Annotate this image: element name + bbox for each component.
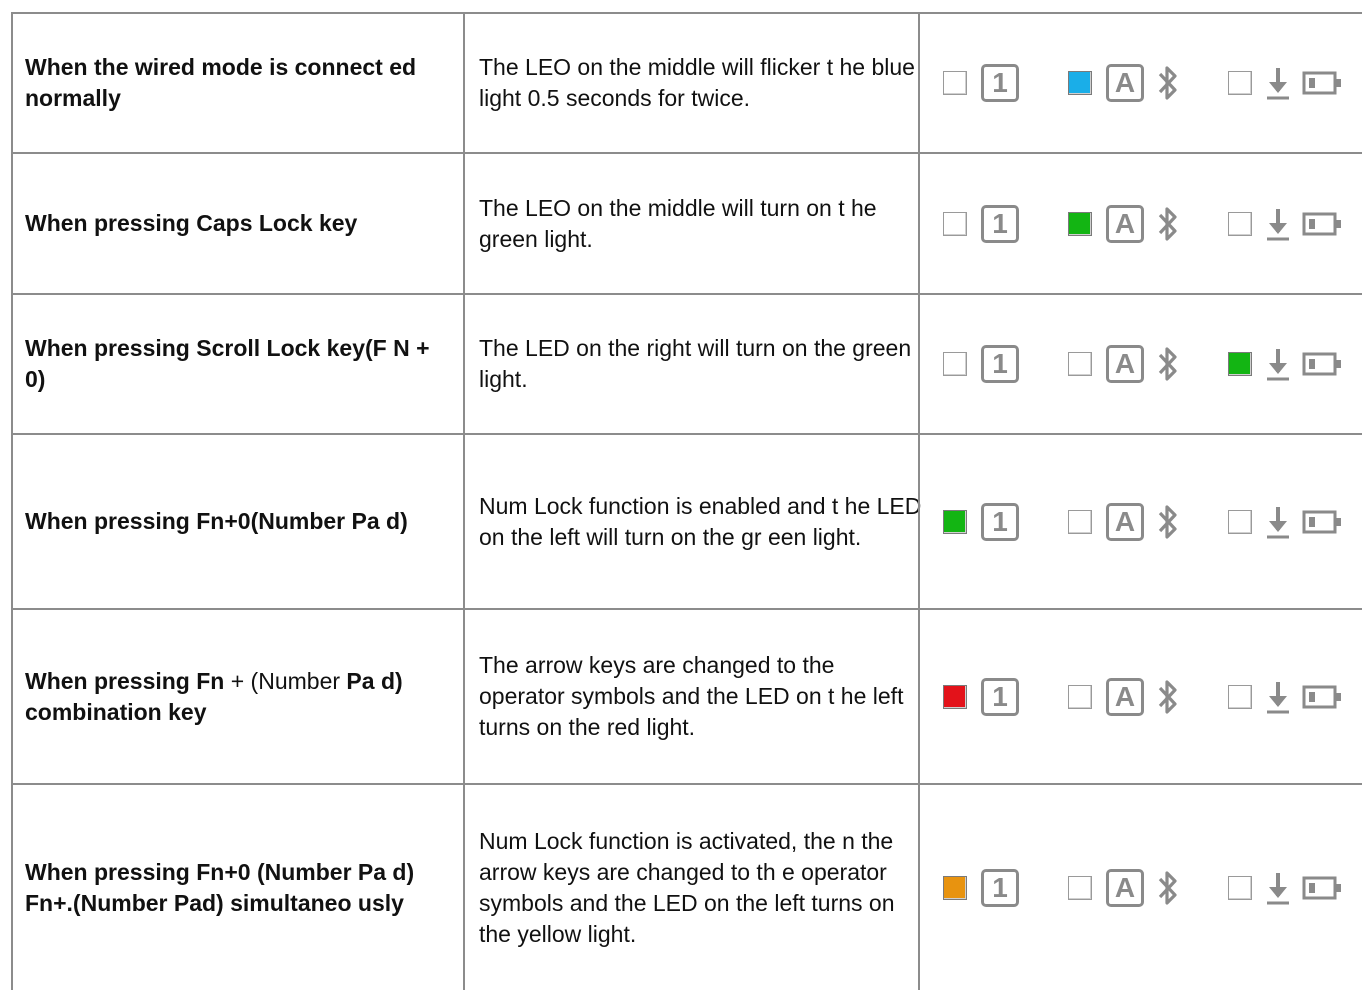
table-row-divider [11, 12, 1362, 14]
condition-cell: When pressing Fn+0 (Number Pa d) Fn+.(Nu… [25, 785, 455, 990]
condition-text: When the wired mode is connect ed normal… [25, 54, 417, 111]
caps-lock-led [1068, 352, 1092, 376]
description-cell: The LED on the right will turn on the gr… [479, 295, 924, 433]
num-lock-led [943, 71, 967, 95]
condition-text: When pressing Scroll Lock key(F N + 0) [25, 335, 430, 392]
bluetooth-icon [1158, 504, 1177, 539]
download-icon [1267, 349, 1289, 381]
battery-icon [1302, 212, 1341, 235]
caps-lock-led [1068, 211, 1092, 236]
scroll-lock-led [1228, 211, 1252, 236]
condition-cell: When pressing Fn+0(Number Pa d) [25, 435, 455, 608]
caps-lock-icon: A [1106, 204, 1144, 243]
bluetooth-icon [1158, 66, 1177, 100]
table-row-divider [11, 783, 1362, 785]
table-column-divider [463, 12, 465, 990]
table-row: When pressing Caps Lock key The LEO on th… [0, 154, 1362, 293]
caps-lock-led [1068, 684, 1092, 709]
num-lock-led [943, 684, 967, 709]
table-column-divider [11, 12, 13, 990]
bluetooth-icon [1158, 870, 1177, 905]
num-lock-led [943, 875, 967, 900]
description-cell: The LEO on the middle will flicker t he … [479, 14, 924, 152]
battery-icon [1302, 352, 1341, 376]
condition-text: When pressing Fn+0(Number Pa d) [25, 508, 408, 534]
num-lock-icon: 1 [981, 868, 1019, 907]
table-row-divider [11, 293, 1362, 295]
caps-lock-led [1068, 509, 1092, 534]
scroll-lock-led [1228, 509, 1252, 534]
bluetooth-icon [1158, 679, 1177, 714]
condition-text-part: + (Number [230, 667, 347, 694]
table-column-divider [918, 12, 920, 990]
description-cell: Num Lock function is activated, the n th… [479, 785, 924, 990]
num-lock-led [943, 509, 967, 534]
description-cell: The LEO on the middle will turn on t he … [479, 154, 924, 293]
condition-text-part: When pressing Fn [25, 667, 231, 694]
condition-text: When pressing Caps Lock key [25, 210, 358, 236]
table-row-divider [11, 152, 1362, 154]
description-cell: The arrow keys are changed to the operat… [479, 610, 924, 783]
download-icon [1267, 68, 1289, 100]
caps-lock-icon: A [1106, 677, 1144, 716]
description-text: The LEO on the middle will flicker t he … [479, 54, 915, 111]
battery-icon [1302, 685, 1341, 708]
download-icon [1267, 208, 1289, 240]
num-lock-icon: 1 [981, 64, 1019, 102]
caps-lock-icon: A [1106, 64, 1144, 102]
scroll-lock-led [1228, 684, 1252, 709]
table-row: When pressing Fn+0 (Number Pa d) Fn+.(Nu… [0, 785, 1362, 990]
condition-text: When pressing Fn+0 (Number Pa d) Fn+.(Nu… [25, 858, 415, 916]
description-text: Num Lock function is enabled and t he LE… [479, 492, 922, 550]
scroll-lock-led [1228, 71, 1252, 95]
num-lock-icon: 1 [981, 345, 1019, 383]
num-lock-led [943, 211, 967, 236]
num-lock-led [943, 352, 967, 376]
num-lock-icon: 1 [981, 502, 1019, 541]
bluetooth-icon [1158, 347, 1177, 381]
condition-cell: When pressing Scroll Lock key(F N + 0) [25, 295, 455, 433]
battery-icon [1302, 71, 1341, 95]
scroll-lock-led [1228, 352, 1252, 376]
battery-icon [1302, 510, 1341, 533]
caps-lock-icon: A [1106, 345, 1144, 383]
description-text: The LEO on the middle will turn on t he … [479, 194, 877, 252]
download-icon [1267, 872, 1289, 904]
description-text: Num Lock function is activated, the n th… [479, 827, 895, 947]
num-lock-icon: 1 [981, 677, 1019, 716]
download-icon [1267, 681, 1289, 713]
table-row: When pressing Fn + (Number Pa d) combina… [0, 610, 1362, 783]
caps-lock-led [1068, 71, 1092, 95]
table-row-divider [11, 433, 1362, 435]
table-row: When pressing Fn+0(Number Pa d) Num Lock … [0, 435, 1362, 608]
description-cell: Num Lock function is enabled and t he LE… [479, 435, 924, 608]
description-text: The arrow keys are changed to the operat… [479, 652, 904, 740]
caps-lock-icon: A [1106, 502, 1144, 541]
condition-cell: When the wired mode is connect ed normal… [25, 14, 455, 152]
scroll-lock-led [1228, 875, 1252, 900]
description-text: The LED on the right will turn on the gr… [479, 335, 912, 392]
condition-cell: When pressing Caps Lock key [25, 154, 455, 293]
bluetooth-icon [1158, 206, 1177, 241]
table-row-divider [11, 608, 1362, 610]
table-row: When the wired mode is connect ed normal… [0, 14, 1362, 152]
caps-lock-icon: A [1106, 868, 1144, 907]
table-row: When pressing Scroll Lock key(F N + 0) Th… [0, 295, 1362, 433]
caps-lock-led [1068, 875, 1092, 900]
num-lock-icon: 1 [981, 204, 1019, 243]
condition-cell: When pressing Fn + (Number Pa d) combina… [25, 610, 455, 783]
battery-icon [1302, 876, 1341, 899]
download-icon [1267, 506, 1289, 538]
condition-text: When pressing Fn + (Number Pa d) combina… [25, 666, 455, 728]
